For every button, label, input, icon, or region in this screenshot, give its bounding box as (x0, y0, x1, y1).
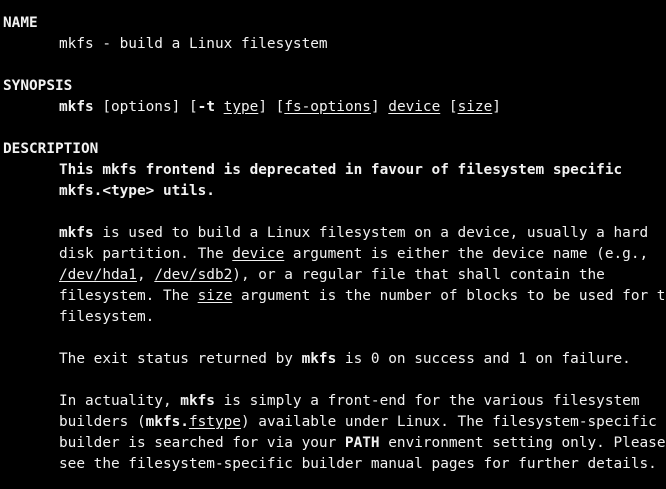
text-run: environment setting only. Please (379, 435, 666, 451)
deprecation-notice-line-2: mkfs.<type> utils. (59, 183, 215, 199)
synopsis-fs-options: fs-options (284, 99, 371, 115)
synopsis-sep: [ (440, 99, 458, 115)
description-p3-line-1: In actuality, mkfs is simply a front-end… (3, 391, 666, 412)
description-p1-line-5: filesystem. (59, 309, 155, 325)
description-p1-line-1: mkfs is used to build a Linux filesystem… (3, 223, 666, 244)
description-p3-line-2: builders (mkfs.fstype) available under L… (3, 412, 666, 433)
section-heading-synopsis: SYNOPSIS (3, 78, 73, 94)
deprecation-notice-line-1: This mkfs frontend is deprecated in favo… (59, 162, 623, 178)
argument-size: size (197, 288, 233, 304)
synopsis-space (215, 99, 224, 115)
text-run: is 0 on success and 1 on failure. (336, 351, 631, 367)
synopsis-options: [options] (102, 99, 181, 115)
synopsis-sep: ] [ (258, 99, 285, 115)
text-run: argument is the number of blocks to be u… (232, 288, 666, 304)
text-run: builders ( (59, 414, 146, 430)
command-prefix: mkfs. (145, 414, 189, 430)
synopsis-type: type (223, 99, 259, 115)
name-description: mkfs - build a Linux filesystem (59, 36, 328, 52)
synopsis-device: device (388, 99, 441, 115)
argument-fstype: fstype (188, 414, 241, 430)
text-run: The exit status returned by (59, 351, 302, 367)
synopsis-line: mkfs [options] [-t type] [fs-options] de… (3, 97, 666, 118)
synopsis-space (180, 99, 189, 115)
argument-device: device (232, 246, 285, 262)
text-run: is simply a front-end for the various fi… (214, 393, 640, 409)
text-run: disk partition. The (59, 246, 233, 262)
description-p3-line-3: builder is searched for via your PATH en… (3, 433, 666, 454)
section-heading-description: DESCRIPTION (3, 141, 99, 157)
synopsis-t-flag: -t (197, 99, 215, 115)
man-page-terminal: NAME mkfs - build a Linux filesystem SYN… (0, 0, 666, 489)
synopsis-size: size (457, 99, 493, 115)
text-run: builder is searched for via your (59, 435, 345, 451)
text-run: filesystem. The (59, 288, 198, 304)
synopsis-command: mkfs (59, 99, 94, 115)
text-run: argument is either the device name (e.g.… (284, 246, 649, 262)
synopsis-sep: ] (370, 99, 389, 115)
section-heading-name: NAME (3, 15, 38, 31)
text-run: In actuality, (59, 393, 181, 409)
description-p2-line-1: The exit status returned by mkfs is 0 on… (3, 349, 666, 370)
text-run: is used to build a Linux filesystem on a… (93, 225, 649, 241)
command-name: mkfs (59, 225, 94, 241)
command-name: mkfs (301, 351, 337, 367)
command-name: mkfs (180, 393, 215, 409)
text-run: ) available under Linux. The filesystem-… (240, 414, 657, 430)
path-dev-sdb2: /dev/sdb2 (154, 267, 233, 283)
description-p1-line-3: /dev/hda1, /dev/sdb2), or a regular file… (3, 265, 666, 286)
description-p3-line-4: see the filesystem-specific builder manu… (59, 456, 657, 472)
text-run: ), or a regular file that shall contain … (232, 267, 605, 283)
env-var-path: PATH (344, 435, 380, 451)
description-p1-line-4: filesystem. The size argument is the num… (3, 286, 666, 307)
synopsis-t-open: [-t (188, 99, 215, 115)
description-p1-line-2: disk partition. The device argument is e… (3, 244, 666, 265)
path-dev-hda1: /dev/hda1 (59, 267, 137, 283)
text-run: , (136, 267, 155, 283)
synopsis-sep: ] (492, 99, 501, 115)
